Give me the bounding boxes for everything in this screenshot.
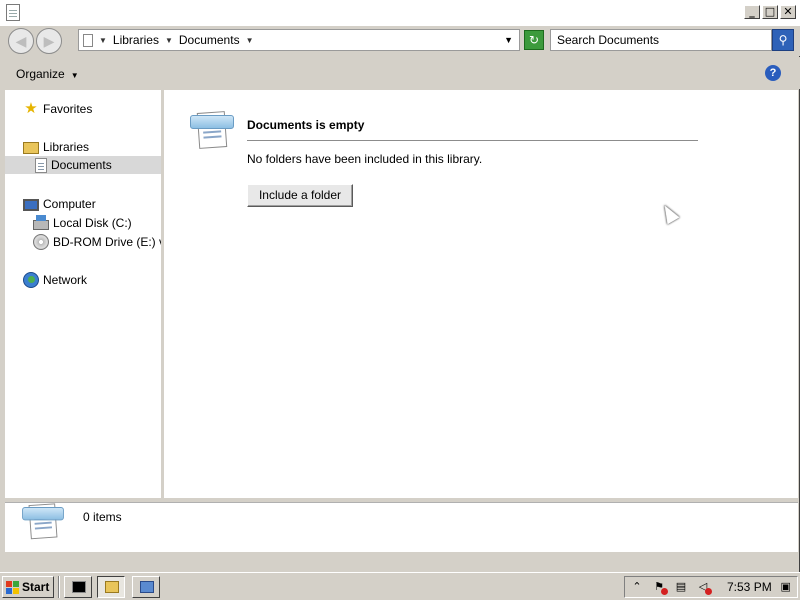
breadcrumb-arrow-icon[interactable]: ▼ [99, 36, 107, 45]
content-area: Documents is empty No folders have been … [164, 90, 798, 498]
explorer-window: _ □ ✕ ◀ ▶ ▼ Libraries ▼ Documents ▼ ▼ ↻ … [0, 0, 800, 572]
nav-item-documents[interactable]: Documents [5, 156, 161, 174]
disc-drive-icon [33, 234, 49, 250]
library-document-icon [22, 503, 64, 550]
command-prompt-icon [72, 581, 86, 593]
nav-label: Network [43, 273, 88, 287]
address-row: ◀ ▶ ▼ Libraries ▼ Documents ▼ ▼ ↻ Search… [0, 26, 800, 56]
breadcrumb-documents[interactable]: Documents [179, 33, 240, 47]
document-icon [6, 4, 20, 21]
minimize-button[interactable]: _ [744, 5, 760, 19]
forward-button[interactable]: ▶ [36, 28, 62, 54]
maximize-button[interactable]: □ [762, 5, 778, 19]
command-bar: Organize ▼ ? [0, 57, 800, 89]
empty-library-message: No folders have been included in this li… [247, 152, 483, 166]
breadcrumb-arrow-icon[interactable]: ▼ [165, 36, 173, 45]
windows-logo-icon [6, 580, 19, 594]
window-controls: _ □ ✕ [744, 5, 796, 19]
start-button[interactable]: Start [2, 576, 54, 598]
action-center-flag-icon[interactable]: ⚑ [651, 579, 668, 595]
explorer-taskbar-button[interactable] [97, 576, 125, 598]
folder-icon [105, 581, 119, 593]
server-manager-button[interactable] [132, 576, 160, 598]
breadcrumb-libraries[interactable]: Libraries [113, 33, 159, 47]
show-hidden-icons-icon[interactable]: ⌃ [629, 579, 645, 595]
nav-label: Local Disk (C:) [53, 216, 132, 230]
item-count: 0 items [83, 510, 122, 524]
nav-item-network[interactable]: Network [23, 271, 87, 289]
refresh-button[interactable]: ↻ [524, 30, 544, 50]
address-bar[interactable]: ▼ Libraries ▼ Documents ▼ ▼ [78, 29, 520, 51]
close-button[interactable]: ✕ [780, 5, 796, 19]
document-icon [35, 157, 47, 173]
nav-label: Libraries [43, 140, 90, 154]
address-dropdown-icon[interactable]: ▼ [504, 35, 513, 45]
nav-item-bd-rom[interactable]: BD-ROM Drive (E:) virt [33, 233, 161, 251]
system-tray: ⌃ ⚑ ▤ ◁ 7:53 PM ▣ [624, 576, 798, 598]
library-document-icon [190, 111, 234, 160]
navigation-pane: ★ Favorites Libraries Documents Computer… [5, 90, 161, 498]
organize-label: Organize [16, 67, 65, 81]
volume-muted-icon[interactable]: ◁ [695, 579, 712, 595]
start-label: Start [22, 580, 50, 594]
details-pane: 0 items [5, 502, 798, 552]
star-icon: ★ [24, 100, 38, 117]
nav-label: Computer [43, 197, 96, 211]
show-desktop-icon[interactable]: ▣ [778, 579, 794, 595]
search-input[interactable]: Search Documents [550, 29, 772, 51]
taskbar: Start ⌃ ⚑ ▤ ◁ 7:53 PM ▣ [0, 572, 800, 600]
nav-label: Documents [51, 158, 112, 172]
divider [247, 140, 698, 141]
breadcrumb-arrow-icon[interactable]: ▼ [246, 36, 254, 45]
clock[interactable]: 7:53 PM [727, 580, 772, 594]
server-manager-icon [140, 581, 154, 593]
network-status-icon[interactable]: ▤ [673, 579, 689, 595]
search-icon[interactable]: ⚲ [772, 29, 794, 51]
mouse-cursor-icon [658, 201, 680, 225]
help-icon[interactable]: ? [765, 65, 781, 81]
chevron-down-icon: ▼ [70, 71, 79, 80]
back-button[interactable]: ◀ [8, 28, 34, 54]
title-bar: _ □ ✕ [0, 0, 800, 26]
command-prompt-button[interactable] [64, 576, 92, 598]
nav-item-local-disk[interactable]: Local Disk (C:) [33, 214, 132, 232]
hard-disk-icon [33, 215, 49, 230]
nav-item-computer[interactable]: Computer [23, 195, 96, 213]
library-icon [23, 142, 39, 154]
nav-item-libraries[interactable]: Libraries [23, 138, 89, 156]
document-icon [83, 33, 93, 47]
nav-item-favorites[interactable]: ★ Favorites [23, 100, 92, 118]
nav-label: BD-ROM Drive (E:) virt [53, 235, 161, 249]
network-icon [23, 272, 39, 288]
computer-icon [23, 198, 39, 211]
taskbar-separator [58, 576, 60, 598]
nav-label: Favorites [43, 102, 93, 116]
include-folder-button[interactable]: Include a folder [247, 184, 353, 207]
organize-button[interactable]: Organize ▼ [16, 67, 79, 81]
empty-library-title: Documents is empty [247, 118, 365, 132]
